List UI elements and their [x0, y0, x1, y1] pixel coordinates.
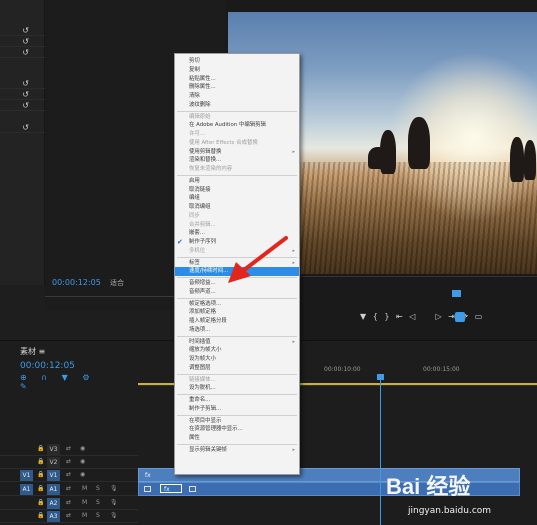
watermark-brand: Bai 经验: [386, 474, 470, 499]
annotation-arrow: [228, 236, 288, 283]
baidu-watermark-logo: Bai 经验: [386, 474, 470, 499]
watermark-url: jingyan.baidu.com: [408, 506, 492, 516]
premiere-workspace: ↺ ↺ ↺ ↺ ↺ ↺ ↺ 00:00:12:05 适合 ▼ { } ⇤ ◁ ▷…: [0, 0, 537, 525]
